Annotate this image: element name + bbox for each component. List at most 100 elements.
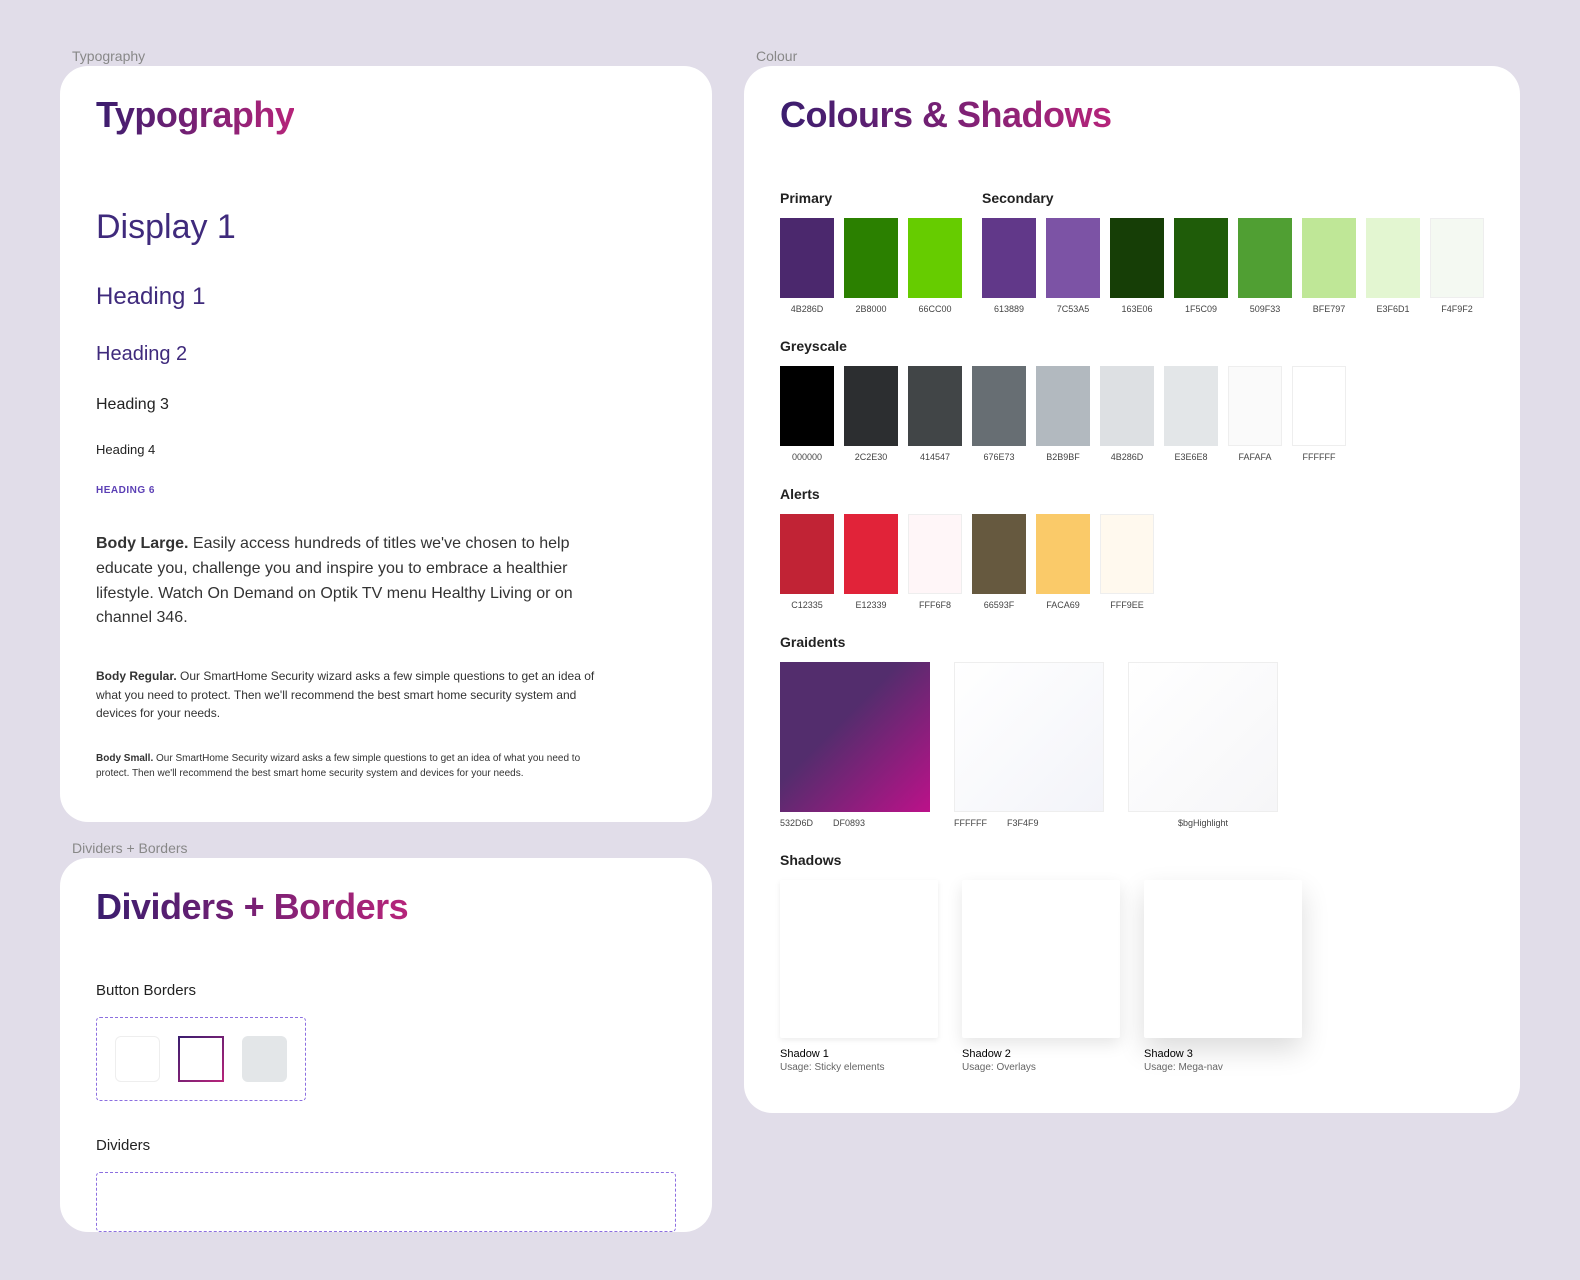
colours-title: Colours & Shadows [780,94,1112,136]
section-label-colour: Colour [756,48,1520,64]
swatch-label: FAFAFA [1238,452,1271,462]
colour-swatch [780,366,834,446]
colours-panel: Colours & Shadows Primary 4B286D 2B8000 66… [744,66,1520,1113]
colour-swatch [1110,218,1164,298]
colour-swatch [1174,218,1228,298]
swatch-label: 7C53A5 [1057,304,1090,314]
divider-sample [96,1172,676,1232]
colour-swatch [1036,514,1090,594]
swatch-label: FFFFFF [1303,452,1336,462]
swatch-label: 1F5C09 [1185,304,1217,314]
colour-swatch [1292,366,1346,446]
heading-2: Heading 2 [96,343,676,366]
shadows-label: Shadows [780,852,1484,868]
swatch-label: FFF6F8 [919,600,951,610]
body-large: Body Large. Easily access hundreds of ti… [96,532,606,631]
swatch-label: F4F9F2 [1441,304,1473,314]
colour-swatch [1430,218,1484,298]
swatch-label: E12339 [855,600,886,610]
gradient-neutral [954,662,1104,812]
heading-3: Heading 3 [96,396,676,414]
body-regular: Body Regular. Our SmartHome Security wiz… [96,667,606,723]
shadow-sample-2 [962,880,1120,1038]
colour-swatch [780,218,834,298]
alerts-label: Alerts [780,486,1484,502]
colour-swatch [1164,366,1218,446]
swatch-label: FFF9EE [1110,600,1144,610]
gradient-highlight [1128,662,1278,812]
button-sample-plain [115,1036,160,1082]
gradient-label: DF0893 [833,818,865,828]
shadow-usage: Usage: Sticky elements [780,1062,938,1073]
colour-swatch [844,366,898,446]
swatch-label: 163E06 [1121,304,1152,314]
colour-swatch [908,218,962,298]
swatch-label: 66CC00 [918,304,951,314]
shadow-name: Shadow 1 [780,1048,938,1060]
swatch-label: 66593F [984,600,1015,610]
colour-swatch [780,514,834,594]
typography-panel: Typography Display 1 Heading 1 Heading 2… [60,66,712,822]
colour-swatch [1100,514,1154,594]
heading-4: Heading 4 [96,442,676,457]
section-label-typography: Typography [72,48,712,64]
section-label-dividers: Dividers + Borders [72,840,712,856]
swatch-label: 509F33 [1250,304,1281,314]
swatch-label: 4B286D [791,304,824,314]
gradients-label: Graidents [780,634,1484,650]
colour-swatch [1366,218,1420,298]
colour-swatch [972,514,1026,594]
colour-swatch [1228,366,1282,446]
dividers-title: Dividers + Borders [96,886,408,928]
swatch-label: 613889 [994,304,1024,314]
shadow-name: Shadow 3 [1144,1048,1302,1060]
swatch-label: 000000 [792,452,822,462]
display-1: Display 1 [96,208,676,247]
primary-label: Primary [780,190,962,206]
colour-swatch [972,366,1026,446]
dividers-panel: Dividers + Borders Button Borders Divide… [60,858,712,1232]
body-small: Body Small. Our SmartHome Security wizar… [96,751,606,782]
colour-swatch [1036,366,1090,446]
button-borders-container [96,1017,306,1101]
colour-swatch [908,514,962,594]
swatch-label: 2C2E30 [855,452,888,462]
shadow-sample-1 [780,880,938,1038]
button-sample-outlined [178,1036,223,1082]
colour-swatch [908,366,962,446]
button-borders-heading: Button Borders [96,982,676,999]
colour-swatch [1046,218,1100,298]
gradient-label: 532D6D [780,818,813,828]
shadow-usage: Usage: Overlays [962,1062,1120,1073]
heading-6: HEADING 6 [96,485,676,496]
swatch-label: C12335 [791,600,823,610]
swatch-label: E3F6D1 [1376,304,1409,314]
colour-swatch [1238,218,1292,298]
gradient-label: FFFFFF [954,818,987,828]
colour-swatch [1302,218,1356,298]
shadow-usage: Usage: Mega-nav [1144,1062,1302,1073]
shadow-sample-3 [1144,880,1302,1038]
colour-swatch [844,218,898,298]
swatch-label: 414547 [920,452,950,462]
greyscale-label: Greyscale [780,338,1484,354]
swatch-label: BFE797 [1313,304,1346,314]
shadow-name: Shadow 2 [962,1048,1120,1060]
swatch-label: 676E73 [983,452,1014,462]
typography-title: Typography [96,94,294,136]
secondary-label: Secondary [982,190,1484,206]
swatch-label: 2B8000 [855,304,886,314]
swatch-label: B2B9BF [1046,452,1080,462]
colour-swatch [982,218,1036,298]
swatch-label: E3E6E8 [1174,452,1207,462]
colour-swatch [1100,366,1154,446]
heading-1: Heading 1 [96,283,676,311]
gradient-purple [780,662,930,812]
swatch-label: 4B286D [1111,452,1144,462]
colour-swatch [844,514,898,594]
swatch-label: FACA69 [1046,600,1080,610]
dividers-heading: Dividers [96,1137,676,1154]
gradient-label: $bgHighlight [1178,818,1228,828]
button-sample-filled [242,1036,287,1082]
gradient-label: F3F4F9 [1007,818,1039,828]
